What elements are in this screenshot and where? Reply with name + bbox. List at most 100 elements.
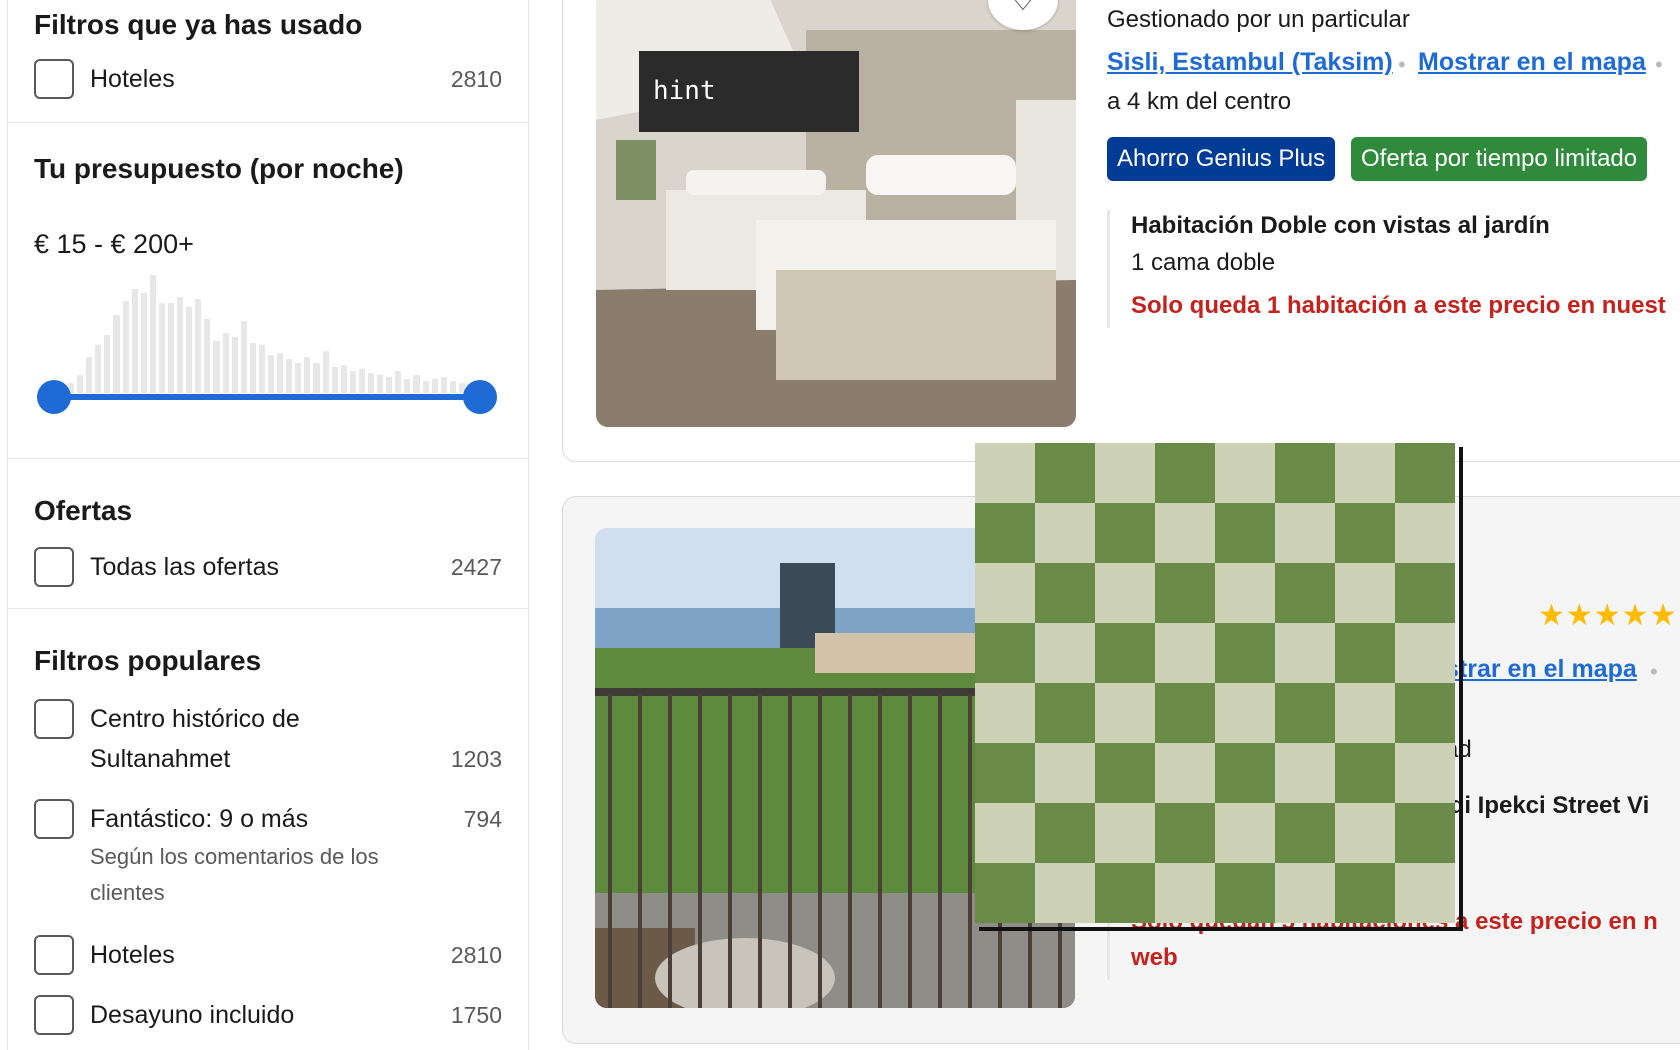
histogram-bar — [168, 303, 175, 393]
board-square — [1395, 503, 1455, 563]
show-on-map-link[interactable]: strar en el mapa — [1445, 655, 1637, 684]
availability-warning: Solo queda 1 habitación a este precio en… — [1131, 292, 1666, 319]
checkbox[interactable] — [34, 699, 74, 739]
histogram-bar — [122, 301, 129, 393]
board-square — [1395, 863, 1455, 923]
board-square — [975, 563, 1035, 623]
board-square — [1275, 683, 1335, 743]
board-square — [1215, 623, 1275, 683]
checkbox[interactable] — [34, 935, 74, 975]
checkbox[interactable] — [34, 799, 74, 839]
checkbox[interactable] — [34, 547, 74, 587]
board-square — [1095, 743, 1155, 803]
room-name: Habitación Doble con vistas al jardín — [1131, 212, 1550, 239]
budget-title: Tu presupuesto (por noche) — [34, 153, 404, 184]
filter-option-breakfast[interactable]: Desayuno incluido 1750 — [34, 995, 502, 1035]
room-bed: 1 cama doble — [1131, 249, 1276, 276]
histogram-bar — [277, 353, 284, 393]
filter-label: Centro histórico de — [90, 705, 300, 733]
board-square — [1095, 503, 1155, 563]
board-square — [1155, 563, 1215, 623]
histogram-bar — [177, 297, 184, 393]
board-square — [1395, 443, 1455, 503]
deals-title: Ofertas — [34, 495, 133, 526]
filter-option-all-deals[interactable]: Todas las ofertas 2427 — [34, 547, 502, 587]
price-slider-min-handle[interactable] — [37, 380, 71, 414]
board-square — [1215, 443, 1275, 503]
price-slider-max-handle[interactable] — [463, 380, 497, 414]
histogram-bar — [77, 375, 84, 393]
filter-count: 794 — [463, 806, 502, 832]
histogram-bar — [331, 367, 338, 393]
board-square — [1335, 443, 1395, 503]
histogram-bar — [213, 341, 220, 393]
board-square — [1035, 863, 1095, 923]
board-square — [1095, 623, 1155, 683]
histogram-bar — [422, 381, 429, 393]
filter-count: 2810 — [450, 66, 502, 92]
board-square — [1335, 743, 1395, 803]
filter-option-fantastic[interactable]: Fantástico: 9 o más 794 Según los coment… — [34, 799, 502, 919]
filter-option-hotels[interactable]: Hoteles 2810 — [34, 59, 502, 99]
popular-filters-title: Filtros populares — [34, 645, 262, 676]
histogram-bar — [95, 345, 102, 393]
separator-dot: • — [1650, 659, 1658, 684]
show-on-map-link[interactable]: Mostrar en el mapa — [1418, 48, 1646, 77]
board-square — [1095, 863, 1155, 923]
board-square — [975, 503, 1035, 563]
filter-option-sultanahmet[interactable]: Centro histórico de Sultanahmet 1203 — [34, 699, 502, 783]
filter-sublabel: Según los comentarios de los clientes — [90, 844, 379, 905]
filter-option-hotels-popular[interactable]: Hoteles 2810 — [34, 935, 502, 975]
board-square — [1275, 863, 1335, 923]
histogram-bar — [295, 363, 302, 393]
separator-dot: • — [1398, 52, 1406, 77]
location-link[interactable]: Sisli, Estambul (Taksim) — [1107, 48, 1393, 77]
room-info-border — [1107, 210, 1110, 328]
board-square — [1155, 503, 1215, 563]
board-square — [1095, 803, 1155, 863]
histogram-bar — [349, 371, 356, 393]
filter-count: 1203 — [450, 746, 502, 772]
histogram-bar — [449, 381, 456, 393]
board-square — [1035, 563, 1095, 623]
page: Filtros que ya has usado Hoteles 2810 Tu… — [0, 0, 1680, 1050]
board-square — [1275, 743, 1335, 803]
board-square — [1395, 803, 1455, 863]
histogram-bar — [377, 375, 384, 393]
board-square — [1335, 863, 1395, 923]
histogram-bar — [322, 351, 329, 393]
star-rating-icon: ★★★★★ — [1538, 599, 1678, 632]
used-filters-section: Filtros que ya has usado Hoteles 2810 — [8, 0, 528, 123]
filter-label: Fantástico: 9 o más — [90, 805, 309, 833]
board-square — [1155, 803, 1215, 863]
filter-label: Desayuno incluido — [90, 1001, 295, 1029]
histogram-bar — [304, 357, 311, 393]
checkbox[interactable] — [34, 995, 74, 1035]
filter-label: Hoteles — [90, 65, 175, 93]
popular-filters-section: Filtros populares Centro histórico de Su… — [8, 609, 528, 1050]
histogram-bar — [368, 373, 375, 393]
histogram-bar — [104, 335, 111, 393]
board-square — [1095, 563, 1155, 623]
board-square — [975, 863, 1035, 923]
price-slider-track[interactable] — [54, 394, 479, 400]
histogram-bar — [404, 379, 411, 393]
separator-dot: • — [1655, 52, 1663, 77]
board-square — [1395, 623, 1455, 683]
board-square — [1035, 683, 1095, 743]
filter-label-line2: Sultanahmet — [90, 745, 231, 773]
histogram-bar — [222, 333, 229, 393]
board-square — [1095, 443, 1155, 503]
board-square — [1095, 683, 1155, 743]
board-square — [1395, 683, 1455, 743]
checkbox[interactable] — [34, 59, 74, 99]
availability-warning-line2: web — [1131, 944, 1178, 971]
board-square — [1335, 563, 1395, 623]
filter-count: 2810 — [450, 942, 502, 968]
board-square — [1035, 503, 1095, 563]
distance-label: a 4 km del centro — [1107, 88, 1292, 115]
board-square — [1275, 503, 1335, 563]
limited-offer-badge: Oferta por tiempo limitado — [1351, 137, 1648, 181]
board-square — [1335, 503, 1395, 563]
board-square — [1215, 743, 1275, 803]
